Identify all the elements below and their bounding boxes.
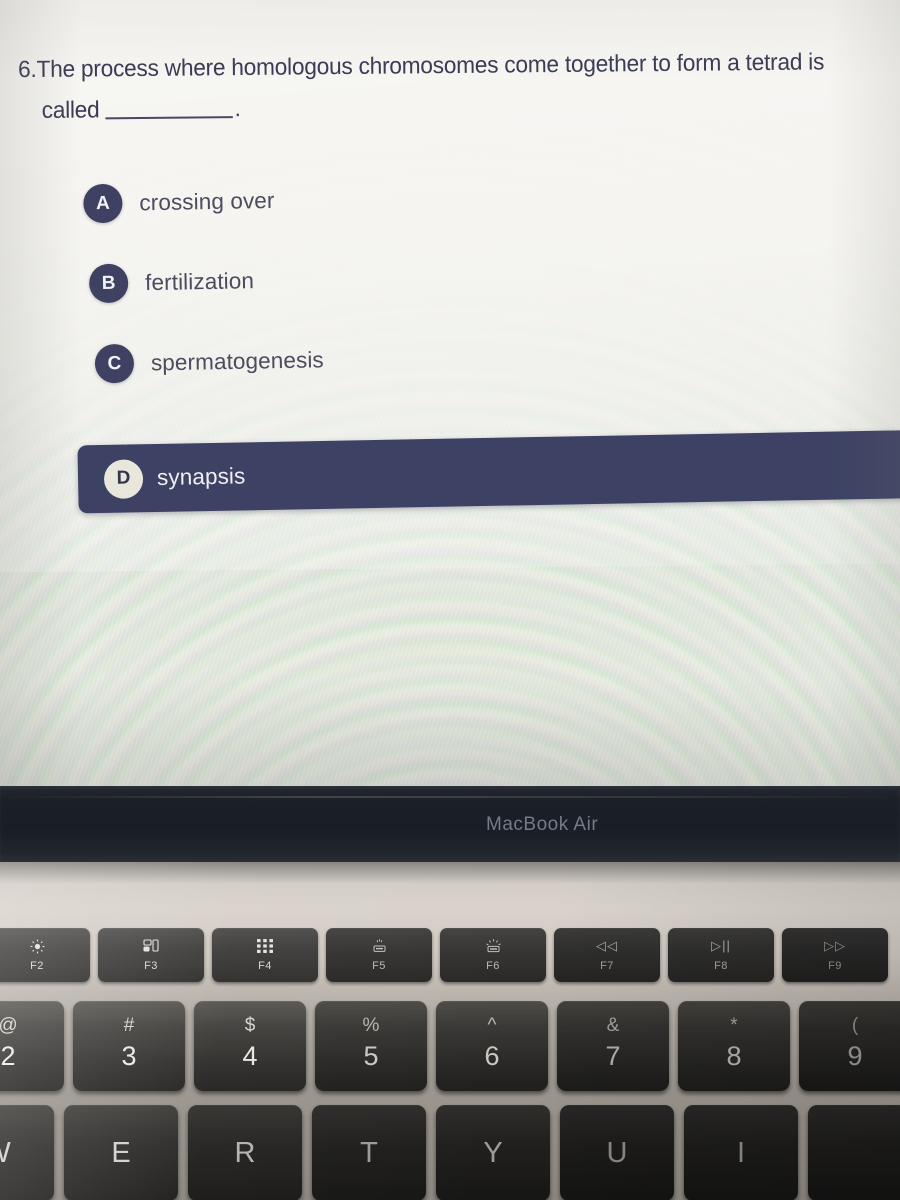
macbook-air-label: MacBook Air: [486, 814, 599, 835]
key-f4[interactable]: F4: [212, 928, 318, 982]
key-5-digit: 5: [363, 1041, 379, 1071]
option-a[interactable]: A crossing over: [83, 181, 275, 224]
option-c[interactable]: C spermatogenesis: [94, 340, 325, 384]
key-u[interactable]: U: [560, 1105, 674, 1200]
option-d-badge: D: [103, 458, 144, 499]
option-c-label: spermatogenesis: [150, 346, 324, 375]
key-f2-label: F2: [30, 959, 44, 972]
key-w[interactable]: W: [0, 1105, 54, 1200]
rewind-icon: ◁◁: [596, 937, 618, 953]
option-a-label: crossing over: [139, 187, 275, 215]
key-f4-label: F4: [258, 959, 272, 972]
option-d-selected[interactable]: D synapsis: [77, 429, 900, 514]
key-f9[interactable]: ▷▷ F9: [782, 928, 888, 982]
letter-key-row: W E R T Y U I: [0, 1105, 900, 1200]
key-r[interactable]: R: [188, 1105, 302, 1200]
key-7[interactable]: & 7: [557, 1001, 669, 1091]
key-4-digit: 4: [242, 1041, 258, 1071]
mission-control-icon: [142, 938, 160, 955]
key-f5[interactable]: F5: [326, 928, 432, 982]
key-2[interactable]: @ 2: [0, 1001, 64, 1091]
key-7-digit: 7: [605, 1041, 621, 1071]
question-line-2: called.: [41, 82, 887, 131]
key-f6[interactable]: F6: [440, 928, 546, 982]
option-a-badge: A: [83, 183, 123, 224]
option-b[interactable]: B fertilization: [88, 261, 255, 304]
key-f8-label: F8: [714, 959, 728, 972]
key-6[interactable]: ^ 6: [436, 1001, 548, 1091]
laptop-bezel: MacBook Air: [0, 786, 900, 866]
key-9[interactable]: ( 9: [799, 1001, 900, 1091]
play-pause-icon: ▷||: [711, 937, 731, 953]
key-y[interactable]: Y: [436, 1105, 550, 1200]
key-f5-label: F5: [372, 959, 386, 972]
number-key-row: @ 2 # 3 $ 4 % 5 ^ 6 & 7 * 8 (9: [0, 1001, 900, 1091]
key-3[interactable]: # 3: [73, 1001, 185, 1091]
key-4-symbol: $: [244, 1015, 256, 1036]
key-f6-label: F6: [486, 959, 500, 972]
key-f7[interactable]: ◁◁ F7: [554, 928, 660, 982]
key-8-symbol: *: [730, 1015, 738, 1036]
key-3-symbol: #: [123, 1015, 135, 1036]
key-5-symbol: %: [362, 1015, 380, 1036]
key-i[interactable]: I: [684, 1105, 798, 1200]
key-f9-label: F9: [828, 959, 842, 972]
laptop-screen: 6.The process where homologous chromosom…: [0, 0, 900, 790]
key-8[interactable]: * 8: [678, 1001, 790, 1091]
key-5[interactable]: % 5: [315, 1001, 427, 1091]
answer-blank-rule: [105, 116, 233, 120]
brightness-up-icon: [29, 939, 46, 955]
launchpad-icon: [257, 938, 273, 955]
option-d-label: synapsis: [156, 463, 246, 490]
key-7-symbol: &: [606, 1015, 620, 1036]
option-b-label: fertilization: [144, 267, 255, 295]
function-key-row: F2 F3 F4 F5 F6 ◁◁ F7 ▷|| F8 ▷▷ F9: [0, 928, 888, 982]
key-f7-label: F7: [600, 959, 614, 972]
question-line-2-prefix: called: [41, 96, 100, 123]
key-6-digit: 6: [484, 1041, 500, 1071]
key-t[interactable]: T: [312, 1105, 426, 1200]
key-f3-label: F3: [144, 959, 158, 972]
keyboard-backlight-up-icon: [483, 938, 504, 955]
key-f8[interactable]: ▷|| F8: [668, 928, 774, 982]
key-f2[interactable]: F2: [0, 928, 90, 982]
laptop-keyboard-deck: F2 F3 F4 F5 F6 ◁◁ F7 ▷|| F8 ▷▷ F9 @ 2 # …: [0, 862, 900, 1200]
key-9-symbol: (: [851, 1015, 859, 1036]
key-f3[interactable]: F3: [98, 928, 204, 982]
key-2-digit: 2: [0, 1041, 16, 1071]
question-text: 6.The process where homologous chromosom…: [18, 41, 887, 131]
key-8-digit: 8: [726, 1041, 742, 1071]
keyboard-backlight-down-icon: [370, 938, 389, 955]
key-e[interactable]: E: [64, 1105, 178, 1200]
deck-top-shadow: [0, 862, 900, 884]
question-number: 6.: [17, 55, 37, 83]
key-o-partial[interactable]: [808, 1105, 900, 1200]
question-line-1: The process where homologous chromosomes…: [36, 48, 825, 82]
screenshot-root: 6.The process where homologous chromosom…: [0, 0, 900, 1200]
key-3-digit: 3: [121, 1041, 137, 1071]
key-6-symbol: ^: [487, 1015, 497, 1036]
question-line-2-suffix: .: [234, 95, 241, 122]
key-2-symbol: @: [0, 1015, 18, 1036]
fast-forward-icon: ▷▷: [824, 937, 846, 953]
option-c-badge: C: [94, 343, 135, 384]
quiz-card: 6.The process where homologous chromosom…: [0, 0, 900, 573]
key-4[interactable]: $ 4: [194, 1001, 306, 1091]
key-9-digit: 9: [847, 1041, 863, 1071]
option-b-badge: B: [88, 263, 129, 304]
